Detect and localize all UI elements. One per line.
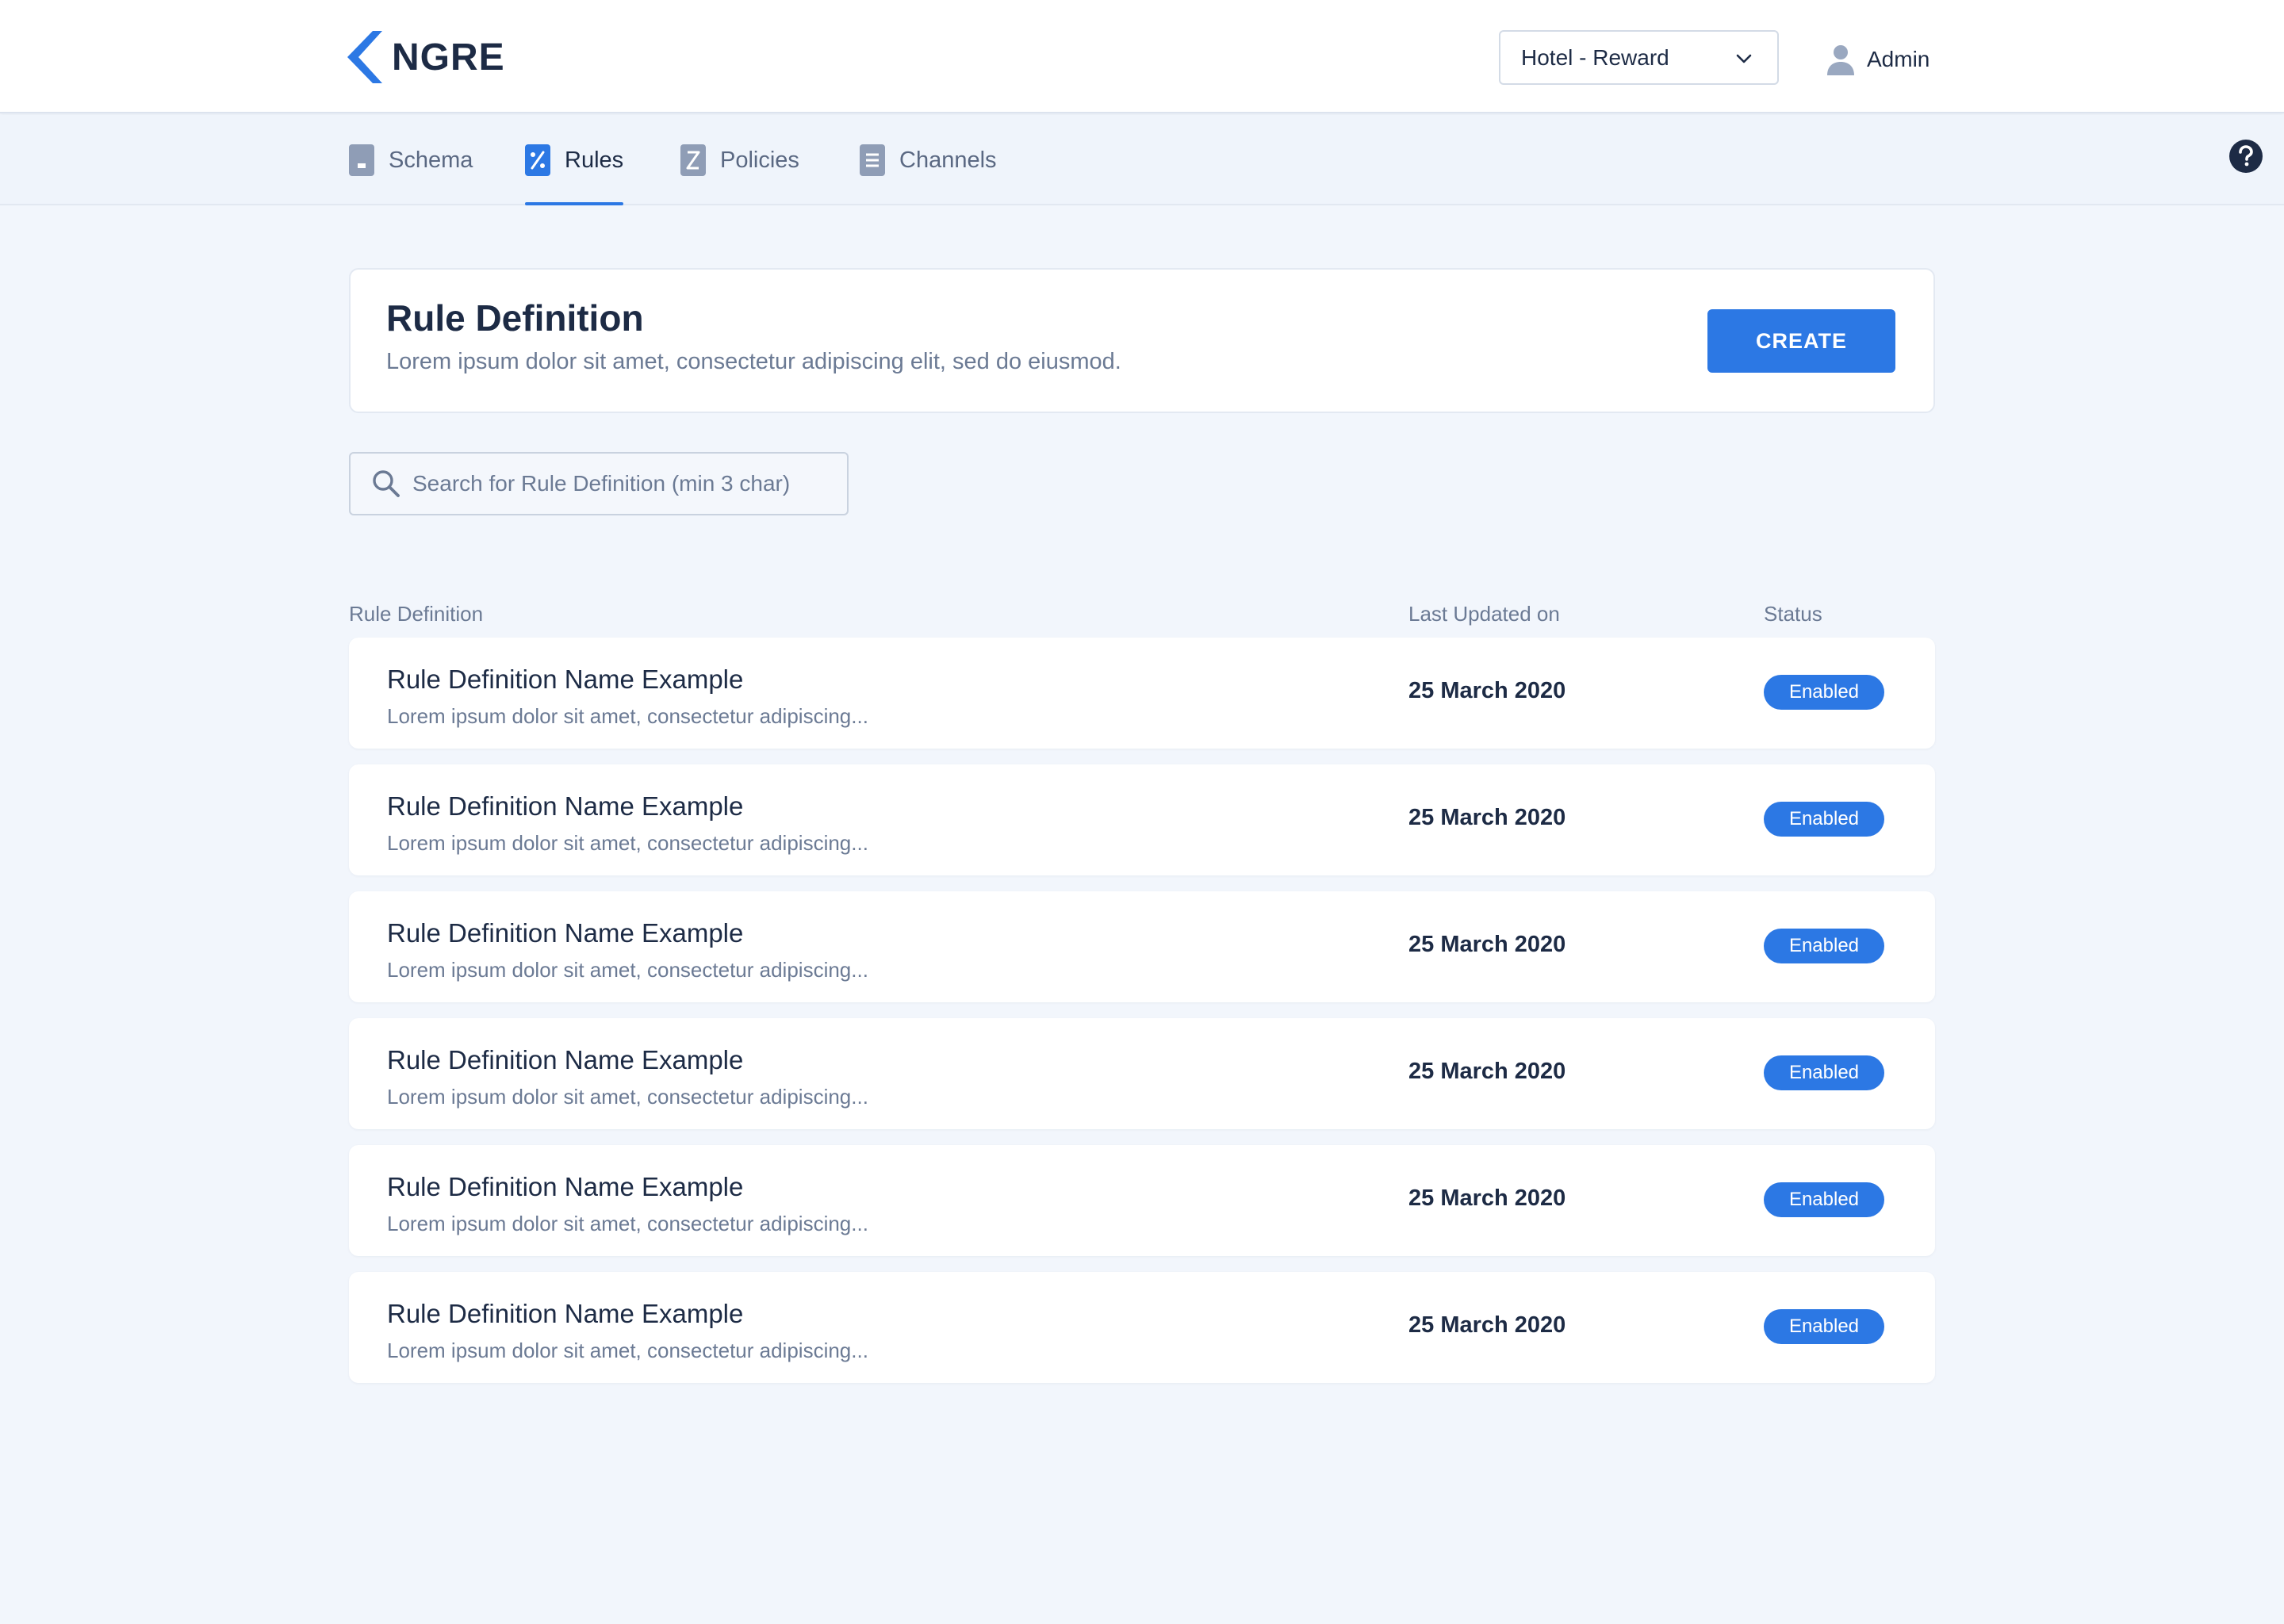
column-header-last-updated: Last Updated on [1408,602,1560,626]
last-updated-date: 25 March 2020 [1408,932,1566,957]
last-updated-date: 25 March 2020 [1408,1059,1566,1084]
create-button[interactable]: CREATE [1707,309,1895,373]
rule-definition-card: Rule Definition Lorem ipsum dolor sit am… [349,268,1935,413]
user-name: Admin [1867,47,1930,71]
page-title: Rule Definition [386,297,644,339]
rule-description: Lorem ipsum dolor sit amet, consectetur … [387,958,868,982]
table-row[interactable]: Rule Definition Name Example Lorem ipsum… [349,1272,1935,1383]
rule-name: Rule Definition Name Example [387,918,744,948]
logo[interactable]: NGRE [347,30,505,84]
rule-name: Rule Definition Name Example [387,1299,744,1328]
status-badge: Enabled [1764,1309,1884,1344]
search-box[interactable] [349,452,849,515]
rule-description: Lorem ipsum dolor sit amet, consectetur … [387,704,868,728]
page-subtitle: Lorem ipsum dolor sit amet, consectetur … [386,349,1121,374]
logo-chevron-icon [347,31,382,83]
last-updated-date: 25 March 2020 [1408,1312,1566,1338]
status-badge: Enabled [1764,1055,1884,1090]
rule-description: Lorem ipsum dolor sit amet, consectetur … [387,1085,868,1109]
schema-icon [349,144,374,176]
tab-schema-label: Schema [389,147,473,173]
column-header-rule-definition: Rule Definition [349,602,484,626]
tab-schema[interactable]: Schema [349,115,473,205]
status-badge: Enabled [1764,675,1884,710]
rule-description: Lorem ipsum dolor sit amet, consectetur … [387,831,868,855]
top-header: NGRE Hotel - Reward Admin [0,0,2284,113]
tab-channels[interactable]: Channels [860,115,997,205]
last-updated-date: 25 March 2020 [1408,805,1566,830]
table-row[interactable]: Rule Definition Name Example Lorem ipsum… [349,1145,1935,1256]
table-row[interactable]: Rule Definition Name Example Lorem ipsum… [349,1018,1935,1129]
rule-name: Rule Definition Name Example [387,1172,744,1201]
logo-text: NGRE [392,36,505,79]
table-row[interactable]: Rule Definition Name Example Lorem ipsum… [349,764,1935,875]
help-icon[interactable] [2229,140,2263,173]
last-updated-date: 25 March 2020 [1408,1185,1566,1211]
user-menu[interactable]: Admin [1826,41,1930,78]
channels-icon [860,144,885,176]
search-icon [373,470,400,497]
search-input[interactable] [412,471,841,496]
tab-rules-label: Rules [565,147,624,173]
tab-bar: Schema Rules Policies Channels [0,115,2284,205]
user-icon [1827,45,1854,75]
rule-description: Lorem ipsum dolor sit amet, consectetur … [387,1339,868,1362]
tab-policies[interactable]: Policies [680,115,799,205]
column-header-status: Status [1764,602,1822,626]
program-selector-value: Hotel - Reward [1521,44,1669,70]
rules-percent-icon [525,144,550,176]
status-badge: Enabled [1764,929,1884,963]
rule-name: Rule Definition Name Example [387,791,744,821]
policies-icon [680,144,706,176]
rule-name: Rule Definition Name Example [387,665,744,694]
last-updated-date: 25 March 2020 [1408,678,1566,703]
rule-name: Rule Definition Name Example [387,1045,744,1074]
status-badge: Enabled [1764,802,1884,837]
table-row[interactable]: Rule Definition Name Example Lorem ipsum… [349,638,1935,749]
status-badge: Enabled [1764,1182,1884,1217]
tab-policies-label: Policies [720,147,799,173]
table-row[interactable]: Rule Definition Name Example Lorem ipsum… [349,891,1935,1002]
chevron-down-icon [1736,54,1752,63]
tab-rules[interactable]: Rules [525,115,624,205]
program-selector[interactable]: Hotel - Reward [1499,30,1779,85]
rule-description: Lorem ipsum dolor sit amet, consectetur … [387,1212,868,1235]
tab-channels-label: Channels [899,147,997,173]
